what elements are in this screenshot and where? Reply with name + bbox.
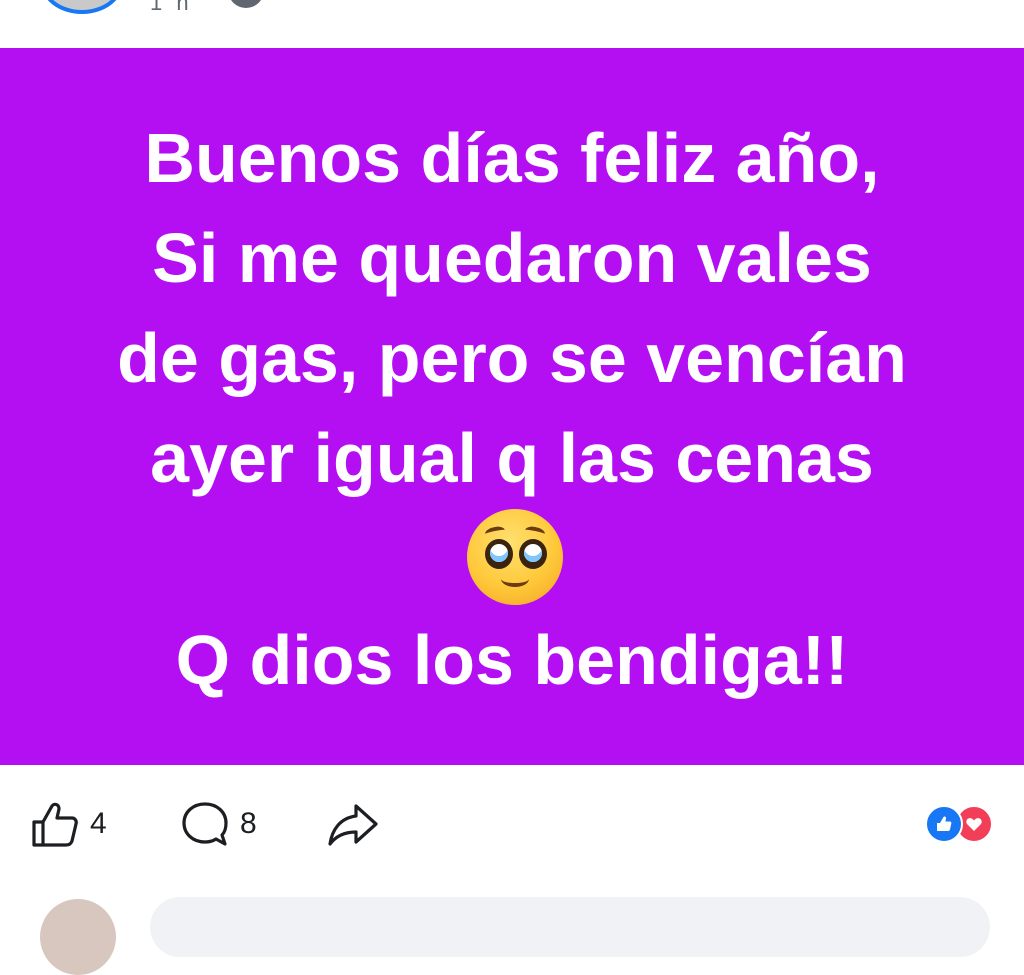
like-reaction-icon [925,805,963,843]
comment-input[interactable] [150,897,990,957]
globe-icon [228,0,264,8]
post-text-closing: Q dios los bendiga!! [175,621,849,699]
thumbs-up-icon [32,802,78,847]
comment-count: 8 [240,807,257,840]
pleading-face-emoji [467,509,563,605]
comment-bubble-icon [182,802,228,846]
post-header: 1 h [0,0,1024,48]
action-bar [0,765,1024,885]
comment-button[interactable]: 8 [180,800,257,848]
share-button[interactable] [326,800,380,848]
reaction-summary[interactable] [925,805,1005,843]
share-arrow-icon [328,804,378,846]
commenter-avatar [40,899,116,975]
like-count: 4 [90,807,107,840]
author-avatar[interactable] [40,0,124,14]
post-timestamp: 1 h [150,0,193,15]
comment-row [0,885,1024,975]
post-text-main: Buenos días feliz año, Si me quedaron va… [117,119,907,497]
like-button[interactable]: 4 [30,800,107,848]
